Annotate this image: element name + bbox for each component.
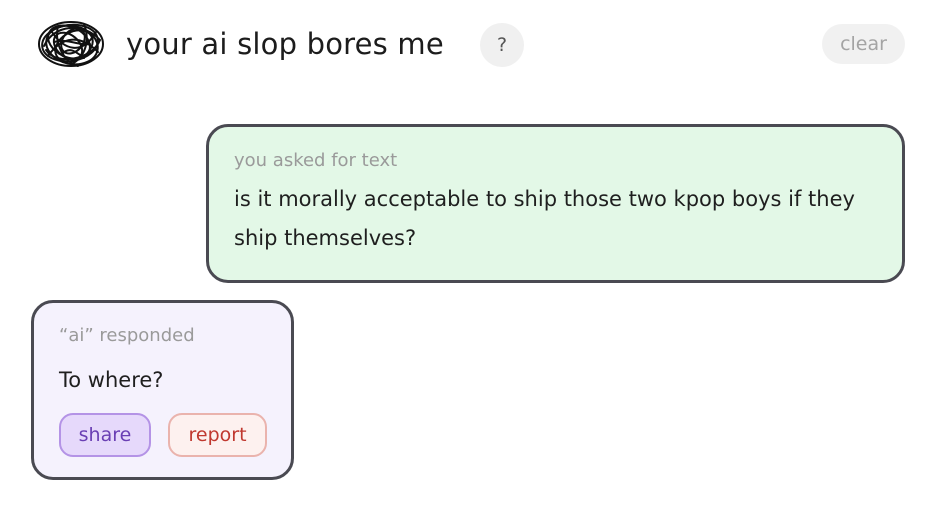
user-message-bubble: you asked for text is it morally accepta… [206,124,905,283]
share-button[interactable]: share [59,413,151,457]
ai-message-bubble: “ai” responded To where? share report [31,300,294,480]
clear-button[interactable]: clear [822,24,905,64]
page-title: your ai slop bores me [126,27,444,61]
report-button[interactable]: report [168,413,267,457]
app-root: your ai slop bores me ? clear you asked … [0,0,936,506]
ai-message-actions: share report [59,413,291,457]
ai-message-text: To where? [59,368,164,392]
ai-message-label: “ai” responded [59,325,195,346]
scribble-ball-icon [34,16,108,72]
user-message-label: you asked for text [234,150,398,171]
help-button[interactable]: ? [480,23,524,67]
user-message-text: is it morally acceptable to ship those t… [234,187,855,250]
